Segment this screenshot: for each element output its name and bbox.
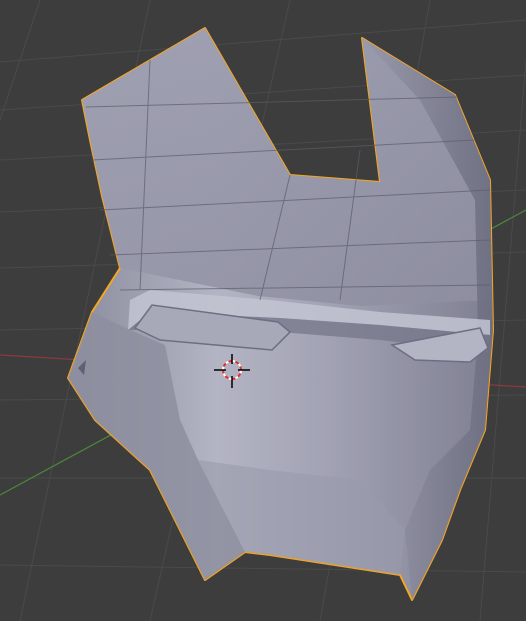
mask-forehead-plate bbox=[82, 28, 492, 306]
helmet-mesh[interactable] bbox=[67, 27, 494, 601]
viewport-canvas[interactable] bbox=[0, 0, 526, 621]
3d-viewport[interactable] bbox=[0, 0, 526, 621]
